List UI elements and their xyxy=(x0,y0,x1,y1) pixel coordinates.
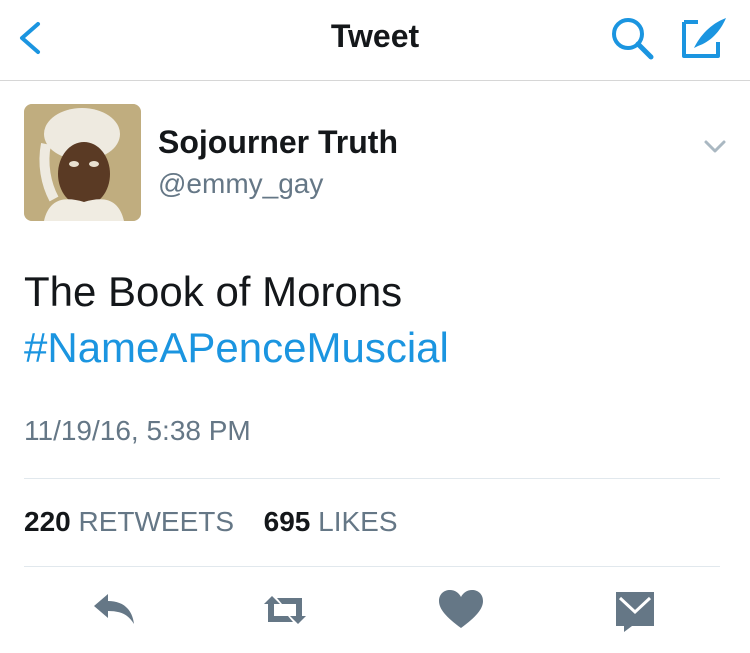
author-handle[interactable]: @emmy_gay xyxy=(158,168,323,200)
retweet-icon[interactable] xyxy=(260,588,310,632)
chevron-down-icon[interactable] xyxy=(700,134,730,158)
reply-icon[interactable] xyxy=(90,588,140,632)
hashtag-link[interactable]: #NameAPenceMuscial xyxy=(24,320,449,376)
likes-label[interactable]: LIKES xyxy=(318,506,397,537)
compose-icon[interactable] xyxy=(680,12,730,62)
author-name[interactable]: Sojourner Truth xyxy=(158,124,398,161)
tweet-stats: 220 RETWEETS 695 LIKES xyxy=(24,506,398,538)
tweet-text: The Book of Morons #NameAPenceMuscial xyxy=(24,264,449,376)
divider xyxy=(24,566,720,567)
search-icon[interactable] xyxy=(608,14,658,62)
navigation-bar: Tweet xyxy=(0,0,750,81)
tweet-timestamp: 11/19/16, 5:38 PM xyxy=(24,415,251,446)
retweets-count[interactable]: 220 xyxy=(24,506,71,537)
avatar[interactable] xyxy=(24,104,141,221)
tweet-body: The Book of Morons xyxy=(24,268,403,315)
divider xyxy=(24,478,720,479)
likes-count[interactable]: 695 xyxy=(264,506,311,537)
retweets-label[interactable]: RETWEETS xyxy=(79,506,235,537)
envelope-icon[interactable] xyxy=(610,588,660,632)
heart-icon[interactable] xyxy=(436,588,486,632)
